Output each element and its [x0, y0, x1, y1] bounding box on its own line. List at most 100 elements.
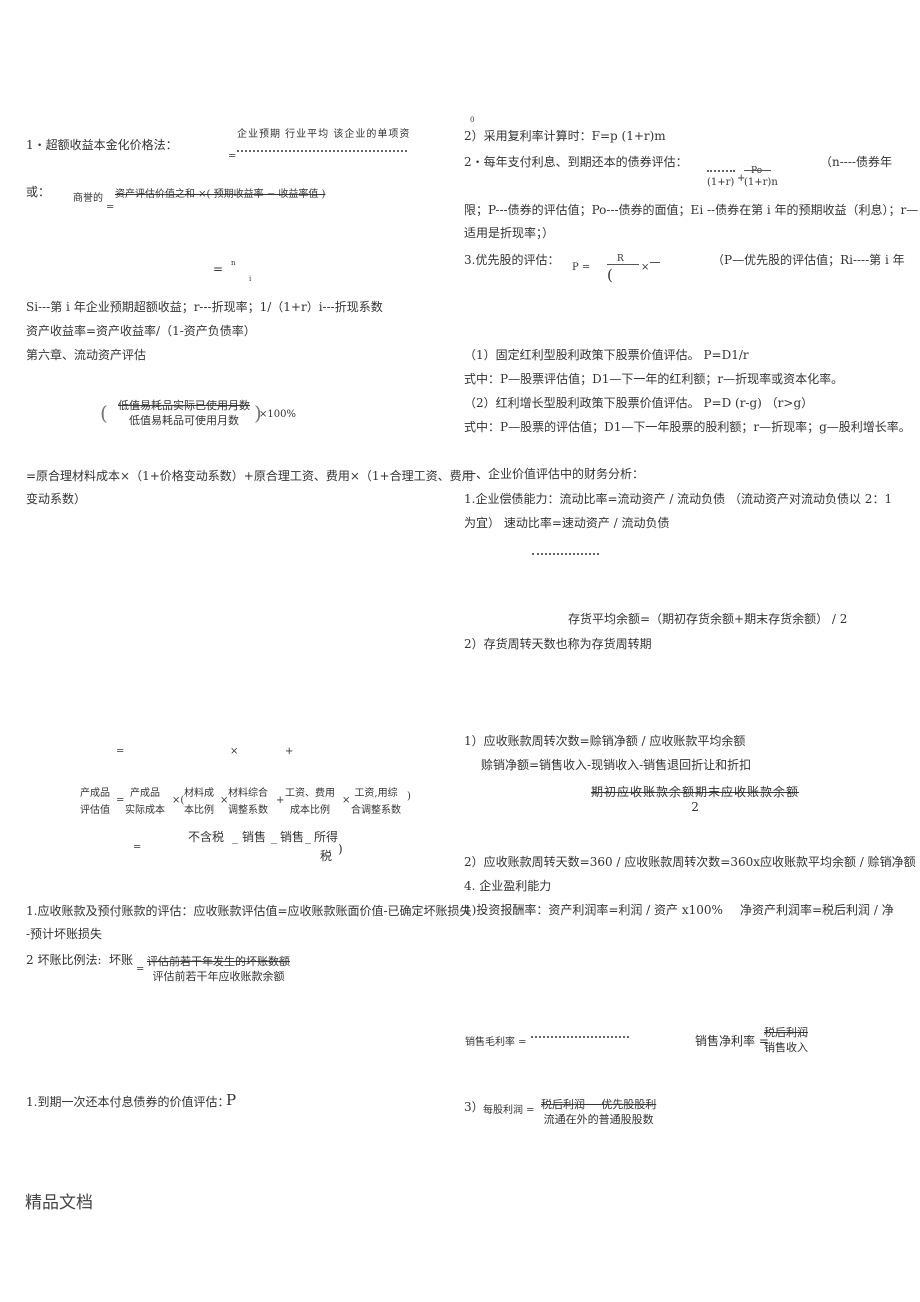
product-wageadj-bottom: 合调整系数 [351, 805, 401, 816]
preferred-dash [650, 262, 660, 263]
goodwill-eq-sign: = [106, 202, 115, 213]
bond-frac-bar-1 [707, 170, 735, 172]
bond-definition-1: 限；P---债券的评估值；Po---债券的面值；Ei --债券在第 i 年的预期… [464, 203, 919, 217]
fixed-dividend: （1）固定红利型股利政策下股票价值评估。 P=D1/r [464, 348, 749, 362]
row-eq-sign: = [116, 746, 125, 757]
sale-term-c-bottom: 税 [320, 849, 333, 863]
bond-denominator-1: (1+r) [707, 177, 735, 188]
excess-eq-sign: = [228, 151, 237, 162]
profitability-heading: 4. 企业盈利能力 [464, 879, 552, 893]
sale-right-paren: ) [338, 842, 343, 856]
bond-denominator-2: (1+r)n [744, 177, 778, 188]
baddebt-denominator: 评估前若干年应收账款余额 [152, 970, 285, 983]
sum-upper-n: n [231, 259, 236, 267]
row-times-sign: × [230, 746, 239, 757]
eps-numerator: 税后利润 − 优先股股利 [541, 1098, 657, 1111]
material-formula-line1: =原合理材料成本×（1+价格变动系数）+原合理工资、费用×（1+合理工资、费用 [26, 469, 474, 483]
product-material-bottom: 本比例 [184, 805, 214, 816]
fixed-dividend-definition: 式中：P—股票评估值；D1—下一年的红利额；r—折现率或资本化率。 [464, 372, 844, 386]
or-label: 或： [26, 185, 51, 199]
product-material-ratio: 材料成 本比例 [184, 785, 214, 819]
product-wageadj-top: 工资,用综 [354, 788, 398, 799]
inventory-average: 存货平均余额=（期初存货余额+期末存货余额） / 2 [568, 612, 848, 626]
chapter-six-heading: 第六章、流动资产评估 [26, 348, 147, 362]
product-cost-top: 产成品 [130, 788, 160, 799]
net-roe-formula: 净资产利润率=税后利润 / 净 [740, 903, 894, 917]
si-definition: Si---第 i 年企业预期超额收益；r---折现率；1/（1+r）i---折现… [26, 300, 383, 314]
lowvalue-denominator: 低值易耗品可使用月数 [129, 414, 239, 427]
excess-earnings-title: 1・超额收益本金化价格法： [26, 138, 178, 152]
product-cost: 产成品 实际成本 [125, 785, 165, 819]
eps-denominator: 流通在外的普通股股数 [543, 1113, 654, 1126]
preferred-times: × [641, 262, 650, 273]
bond-definition-2: 适用是折现率；） [464, 226, 555, 240]
ar-average-fraction: 期初应收账款余额期末应收账款余额 2 [589, 785, 801, 815]
net-margin-numerator: 税后利润 [764, 1026, 808, 1039]
sale-price-label: 不含税 [188, 830, 225, 844]
ar-average-denominator: 2 [691, 800, 699, 814]
bond-frac-bar-2 [744, 170, 771, 171]
ar-average-numerator: 期初应收账款余额期末应收账款余额 [591, 785, 800, 799]
sale-minus-2: _ [271, 830, 277, 844]
product-wage-adjust: 工资,用综 合调整系数 [351, 785, 401, 819]
blank-fraction-bar [532, 553, 599, 555]
sale-term-a: 销售 [242, 830, 267, 844]
product-plus: + [276, 795, 285, 806]
lowvalue-numerator: 低值易耗品实际已使用月数 [118, 399, 250, 412]
product-lhs: 产成品 评估值 [80, 785, 110, 819]
product-eq-sign: = [116, 795, 125, 806]
lowvalue-percent: ×100% [259, 409, 296, 420]
receivable-valuation-cont: -预计坏账损失 [26, 927, 103, 941]
excess-fraction-bar [237, 150, 407, 152]
product-material-adjust: 材料综合 调整系数 [228, 785, 268, 819]
preferred-p-eq: P = [572, 262, 591, 273]
excess-numerator: 企业预期 行业平均 该企业的单项资 [237, 129, 411, 140]
footer-watermark: 精品文档 [25, 1193, 93, 1213]
financial-analysis-heading: 一、企业价值评估中的财务分析： [464, 467, 645, 481]
product-wage-top: 工资、费用 [285, 788, 335, 799]
solvency-line1: 1.企业偿债能力：流动比率=流动资产 / 流动负债 （流动资产对流动负债以 2：… [464, 492, 893, 506]
product-times-paren: ×( [172, 795, 185, 806]
solvency-line2: 为宜） 速动比率=速动资产 / 流动负债 [464, 516, 670, 530]
sum-lower-i: i [249, 275, 252, 283]
gross-margin-frac-bar [531, 1036, 629, 1038]
product-lhs-top: 产成品 [80, 788, 110, 799]
baddebt-lhs: 坏账 [109, 953, 134, 967]
sale-term-b: 销售 [280, 830, 305, 844]
bond-annual-title: 2・每年支付利息、到期还本的债券评估： [464, 155, 688, 169]
roi-formula: 1)投资报酬率：资产利润率=利润 / 资产 x100% [464, 903, 723, 917]
product-right-paren: ) [407, 791, 411, 802]
net-margin-fraction: 税后利润 销售收入 [762, 1025, 810, 1055]
growth-dividend: （2）红利增长型股利政策下股票价值评估。 P=D (r-g) （r>g） [464, 396, 814, 410]
preferred-note: （P—优先股的评估值；Ri----第 i 年 [712, 253, 905, 267]
gross-margin-label: 销售毛利率 = [465, 1037, 527, 1048]
lowvalue-left-paren: ( [100, 401, 108, 425]
stray-zero: 0 [470, 116, 475, 124]
ar-turnover: 1）应收账款周转次数=赊销净额 / 应收账款平均余额 [464, 734, 746, 748]
product-times-2: × [342, 795, 351, 806]
baddebt-fraction: 评估前若干年发生的坏账数额 评估前若干年应收账款余额 [145, 954, 292, 984]
sale-minus-1: _ [232, 830, 238, 844]
baddebt-numerator: 评估前若干年发生的坏账数额 [147, 955, 290, 968]
sale-minus-3: _ [305, 830, 311, 844]
sum-eq-sign: = [213, 262, 224, 276]
product-wage-bottom: 成本比例 [290, 805, 330, 816]
row-plus-sign: + [285, 746, 294, 757]
preferred-stock-title: 3.优先股的评估： [464, 253, 560, 267]
net-margin-denominator: 销售收入 [764, 1041, 808, 1054]
product-cost-bottom: 实际成本 [125, 805, 165, 816]
net-margin-label: 销售净利率 = [695, 1034, 769, 1048]
sale-term-c-top: 所得 [314, 830, 339, 844]
product-matadj-top: 材料综合 [228, 788, 268, 799]
sale-eq-sign: = [133, 842, 142, 853]
compound-interest-formula: 2）采用复利率计算时：F=p (1+r)m [464, 129, 666, 143]
bond-note: （n----债券年 [820, 155, 892, 169]
preferred-denominator: ( [607, 266, 613, 284]
lowvalue-fraction: 低值易耗品实际已使用月数 低值易耗品可使用月数 [116, 398, 252, 428]
ar-days: 2）应收账款周转天数=360 / 应收账款周转次数=360x应收账款平均余额 /… [464, 855, 916, 869]
product-matadj-bottom: 调整系数 [228, 805, 268, 816]
roe-formula: 资产收益率=资产收益率/（1-资产负债率） [26, 324, 256, 338]
baddebt-eq-sign: = [136, 964, 145, 975]
bond-once-title: 1.到期一次还本付息债券的价值评估： [26, 1095, 230, 1109]
growth-dividend-definition: 式中：P—股票的评估值；D1—下一年股票的股利额；r—折现率；g—股利增长率。 [464, 420, 911, 434]
